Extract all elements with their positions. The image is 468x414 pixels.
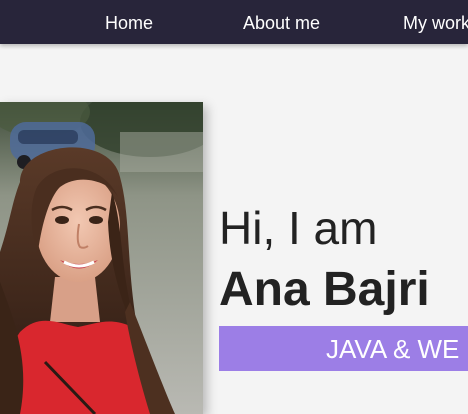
greeting-text: Hi, I am bbox=[219, 202, 378, 254]
nav-item-home[interactable]: Home bbox=[105, 12, 153, 34]
nav-item-my-work[interactable]: My work bbox=[403, 12, 468, 34]
top-nav: Home About me My work bbox=[0, 0, 468, 44]
nav-item-about-me[interactable]: About me bbox=[243, 12, 320, 34]
role-banner: JAVA & WE bbox=[219, 326, 468, 371]
role-text: JAVA & WE bbox=[326, 334, 460, 364]
hero-name: Ana Bajri bbox=[219, 263, 430, 316]
profile-photo bbox=[0, 102, 203, 414]
